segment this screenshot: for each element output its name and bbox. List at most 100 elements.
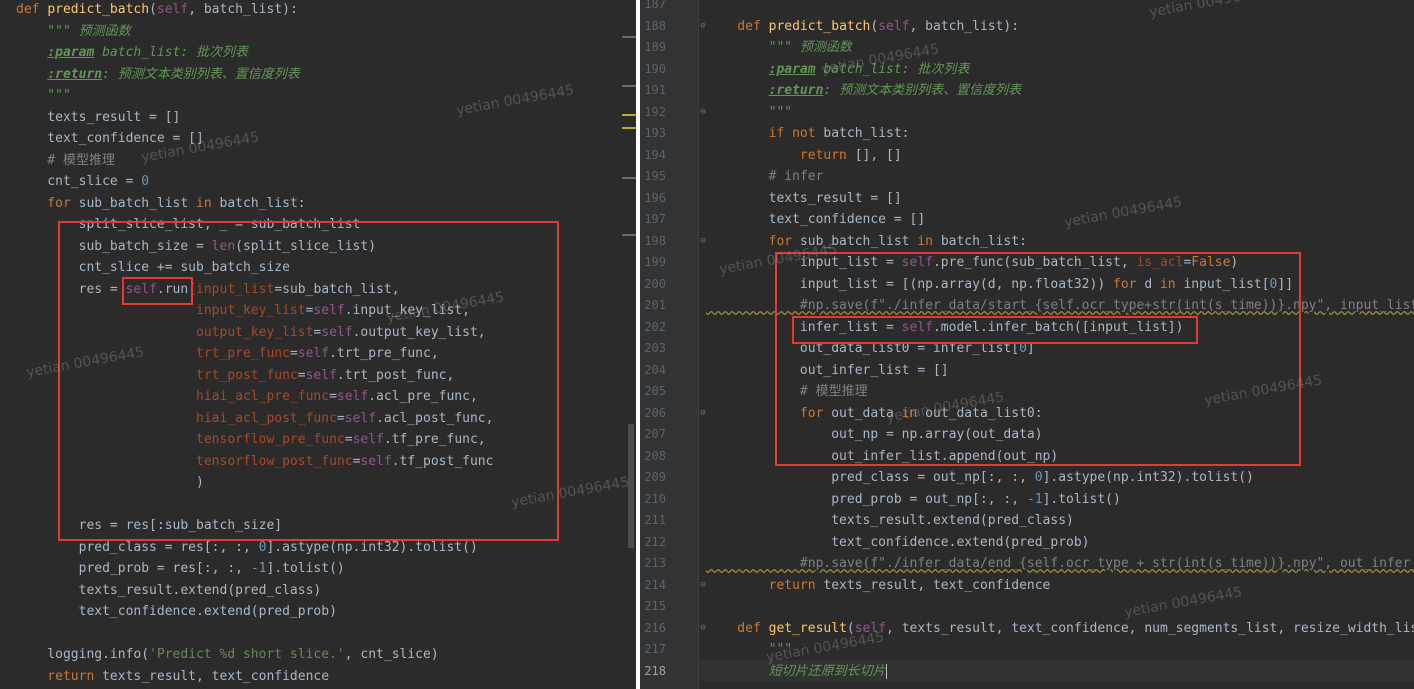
left-code-line[interactable]: logging.info('Predict %d short slice.', …: [16, 644, 438, 665]
line-number[interactable]: 210: [640, 489, 666, 510]
right-code-line[interactable]: #np.save(f"./infer_data/start_{self.ocr_…: [706, 295, 1414, 316]
left-code-line[interactable]: hiai_acl_pre_func=self.acl_pre_func,: [16, 386, 478, 407]
right-code-line[interactable]: #np.save(f"./infer_data/end_{self.ocr_ty…: [706, 553, 1414, 574]
left-code-line[interactable]: ): [16, 472, 204, 493]
line-number[interactable]: 190: [640, 59, 666, 80]
line-number[interactable]: 196: [640, 188, 666, 209]
right-code-line[interactable]: text_confidence.extend(pred_prob): [706, 532, 1089, 553]
code-token: ].astype(np.int32).tolist(): [266, 539, 478, 555]
left-code-line[interactable]: res = self.run(input_list=sub_batch_list…: [16, 279, 400, 300]
line-number[interactable]: 218: [640, 661, 666, 682]
line-number[interactable]: 189: [640, 37, 666, 58]
line-number[interactable]: 209: [640, 467, 666, 488]
left-code-line[interactable]: # 模型推理: [16, 150, 115, 171]
left-code-line[interactable]: output_key_list=self.output_key_list,: [16, 322, 486, 343]
line-number[interactable]: 202: [640, 317, 666, 338]
left-code-line[interactable]: :param batch_list: 批次列表: [16, 42, 248, 63]
left-code-line[interactable]: def predict_batch(self, batch_list):: [16, 0, 298, 20]
right-code-line[interactable]: out_infer_list.append(out_np): [706, 446, 1058, 467]
left-code-line[interactable]: texts_result = []: [16, 107, 180, 128]
left-code-line[interactable]: cnt_slice += sub_batch_size: [16, 257, 290, 278]
line-number[interactable]: 198: [640, 231, 666, 252]
right-code-line[interactable]: # 模型推理: [706, 381, 868, 402]
right-code-line[interactable]: input_list = [(np.array(d, np.float32)) …: [706, 274, 1293, 295]
line-number[interactable]: 191: [640, 80, 666, 101]
left-code-line[interactable]: """ 预测函数: [16, 21, 130, 42]
line-number-gutter[interactable]: 187 188 ⊖ 189 190 191 192 ⊖ 193 194 195 196 197 198 ⊖ 1…: [640, 0, 706, 689]
line-number[interactable]: 194: [640, 145, 666, 166]
right-code-line[interactable]: infer_list = self.model.infer_batch([inp…: [706, 317, 1184, 338]
line-number[interactable]: 188: [640, 16, 666, 37]
code-token: .run(: [156, 281, 197, 297]
right-code-line[interactable]: """: [706, 102, 792, 123]
right-code-line[interactable]: """ 预测函数: [706, 37, 852, 58]
left-code-line[interactable]: tensorflow_pre_func=self.tf_pre_func,: [16, 429, 486, 450]
line-number[interactable]: 199: [640, 252, 666, 273]
line-number[interactable]: 207: [640, 424, 666, 445]
error-stripe-marker[interactable]: [622, 177, 636, 179]
right-code-line[interactable]: pred_prob = out_np[:, :, -1].tolist(): [706, 489, 1121, 510]
line-number[interactable]: 206: [640, 403, 666, 424]
line-number[interactable]: 204: [640, 360, 666, 381]
line-number[interactable]: 197: [640, 209, 666, 230]
left-code-line[interactable]: """: [16, 85, 71, 106]
error-stripe-marker[interactable]: [622, 85, 636, 87]
right-code-line[interactable]: for sub_batch_list in batch_list:: [706, 231, 1027, 252]
text-caret: [885, 663, 887, 679]
right-code-line[interactable]: texts_result.extend(pred_class): [706, 510, 1074, 531]
line-number[interactable]: 213: [640, 553, 666, 574]
right-code-line[interactable]: return texts_result, text_confidence: [706, 575, 1051, 596]
left-code-line[interactable]: return texts_result, text_confidence: [16, 666, 329, 687]
line-number[interactable]: 208: [640, 446, 666, 467]
line-number[interactable]: 217: [640, 639, 666, 660]
right-code-line[interactable]: text_confidence = []: [706, 209, 926, 230]
code-token: 'Predict %d short slice.': [149, 647, 345, 662]
left-code-line[interactable]: cnt_slice = 0: [16, 171, 149, 192]
right-code-line[interactable]: def predict_batch(self, batch_list):: [706, 16, 1019, 37]
right-code-line[interactable]: def get_result(self, texts_result, text_…: [706, 618, 1414, 639]
line-number[interactable]: 192: [640, 102, 666, 123]
line-number[interactable]: 212: [640, 532, 666, 553]
left-code-line[interactable]: res = res[:sub_batch_size]: [16, 515, 283, 536]
right-code-line[interactable]: # infer: [706, 166, 824, 187]
right-code-line[interactable]: pred_class = out_np[:, :, 0].astype(np.i…: [706, 467, 1254, 488]
left-code-line[interactable]: split_slice_list, _ = sub_batch_list: [16, 214, 361, 235]
line-number[interactable]: 195: [640, 166, 666, 187]
right-code-line[interactable]: return [], []: [706, 145, 902, 166]
line-number[interactable]: 187: [640, 0, 666, 15]
right-code-line[interactable]: texts_result = []: [706, 188, 902, 209]
right-code-line[interactable]: :return: 预测文本类别列表、置信度列表: [706, 80, 1021, 101]
right-code-line[interactable]: out_data_list0 = infer_list[0]: [706, 338, 1035, 359]
line-number[interactable]: 201: [640, 295, 666, 316]
line-number[interactable]: 214: [640, 575, 666, 596]
left-code-line[interactable]: tensorflow_post_func=self.tf_post_func: [16, 451, 493, 472]
right-code-line[interactable]: if not batch_list:: [706, 123, 910, 144]
line-number[interactable]: 216: [640, 618, 666, 639]
error-stripe-marker[interactable]: [622, 36, 636, 38]
right-code-line[interactable]: 短切片还原到长切片: [706, 661, 887, 682]
code-token: hiai_acl_pre_func: [196, 389, 330, 404]
line-number[interactable]: 193: [640, 123, 666, 144]
warning-stripe-marker[interactable]: [622, 127, 636, 129]
error-stripe-marker[interactable]: [622, 234, 636, 236]
code-token: is_acl: [1136, 255, 1184, 270]
right-editor-pane[interactable]: 187 188 ⊖ 189 190 191 192 ⊖ 193 194 195 196 197 198 ⊖ 1…: [640, 0, 1414, 689]
code-token: texts_result.extend(pred_class): [16, 582, 322, 598]
left-code-line[interactable]: hiai_acl_post_func=self.acl_post_func,: [16, 408, 493, 429]
left-code-line[interactable]: for sub_batch_list in batch_list:: [16, 193, 305, 214]
line-number[interactable]: 215: [640, 596, 666, 617]
warning-stripe-marker[interactable]: [622, 114, 636, 116]
line-number[interactable]: 211: [640, 510, 666, 531]
left-code-line[interactable]: pred_class = res[:, :, 0].astype(np.int3…: [16, 537, 478, 558]
line-number[interactable]: 200: [640, 274, 666, 295]
left-code-line[interactable]: sub_batch_size = len(split_slice_list): [16, 236, 376, 257]
line-number[interactable]: 205: [640, 381, 666, 402]
left-code-line[interactable]: pred_prob = res[:, :, -1].tolist(): [16, 558, 345, 579]
left-code-line[interactable]: texts_result.extend(pred_class): [16, 580, 322, 601]
left-code-line[interactable]: text_confidence.extend(pred_prob): [16, 601, 337, 622]
right-code-line[interactable]: out_np = np.array(out_data): [706, 424, 1042, 445]
line-number[interactable]: 203: [640, 338, 666, 359]
right-code-line[interactable]: out_infer_list = []: [706, 360, 949, 381]
left-code-line[interactable]: :return: 预测文本类别列表、置信度列表: [16, 64, 299, 85]
